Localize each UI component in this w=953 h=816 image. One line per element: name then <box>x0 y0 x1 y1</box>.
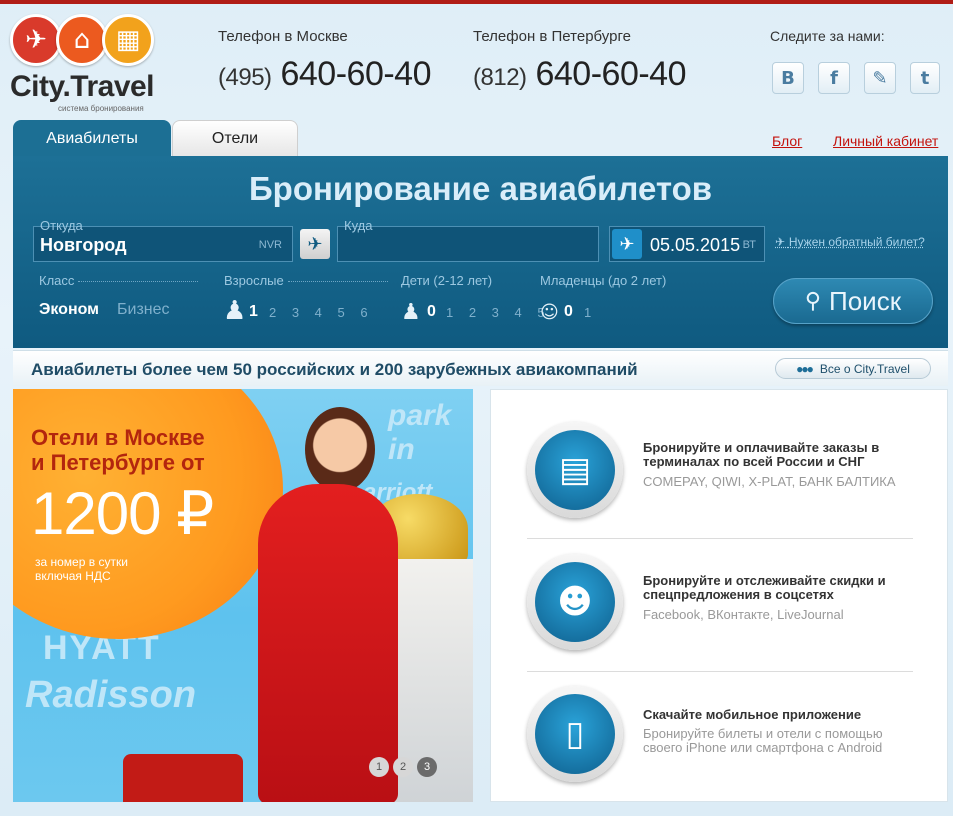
suitcase-image <box>123 754 243 802</box>
phone-number: (495) 640-60-40 <box>218 55 431 93</box>
from-code: NVR <box>258 239 282 251</box>
swap-direction-button[interactable]: ✈ <box>300 229 330 259</box>
class-business[interactable]: Бизнес <box>117 301 170 319</box>
cabinet-link[interactable]: Личный кабинет <box>833 133 938 149</box>
date-field[interactable]: ✈ 05.05.2015 ВТ <box>609 226 765 262</box>
follow-label: Следите за нами: <box>770 28 885 44</box>
tab-hotels[interactable]: Отели <box>172 120 298 157</box>
promo-page-3[interactable]: 3 <box>417 757 437 777</box>
search-button[interactable]: ⚲ Поиск <box>773 278 933 324</box>
facebook-icon[interactable]: f <box>818 62 850 94</box>
plane-icon: ✈ <box>10 14 62 66</box>
adult-icon: ♟ <box>223 296 247 326</box>
feature-subtitle: Бронируйте билеты и отели с помощью свое… <box>643 726 883 755</box>
promo-price: 1200 ₽ <box>31 480 214 547</box>
search-title: Бронирование авиабилетов <box>248 170 713 207</box>
people-icon: ☻ <box>527 554 623 650</box>
from-label: Откуда <box>40 218 83 233</box>
twitter-icon[interactable]: t <box>910 62 940 94</box>
logo-name: City.Travel <box>10 70 155 103</box>
adults-label: Взрослые <box>224 273 388 288</box>
woman-image <box>258 484 398 802</box>
phone-petersburg: Телефон в Петербурге (812) 640-60-40 <box>473 28 686 94</box>
return-ticket-link[interactable]: ✈ Нужен обратный билет? <box>775 235 925 249</box>
phone-number: (812) 640-60-40 <box>473 55 686 93</box>
feature-title: Бронируйте и отслеживайте скидки и спецп… <box>643 573 886 602</box>
livejournal-icon[interactable]: ✎ <box>864 62 896 94</box>
vkontakte-icon[interactable]: B <box>772 62 804 94</box>
children-selected[interactable]: 0 <box>427 303 436 321</box>
infant-icon: ☺ <box>540 302 559 323</box>
woman-image-head <box>305 407 375 492</box>
airlines-banner-text: Авиабилеты более чем 50 российских и 200… <box>31 360 638 379</box>
children-options[interactable]: 1 2 3 4 5 <box>446 305 551 320</box>
adults-selected[interactable]: 1 <box>249 303 258 321</box>
features-panel: ▤ Бронируйте и оплачивайте заказы в терм… <box>490 389 948 802</box>
radisson-brand-logo: Radisson <box>25 674 197 716</box>
divider <box>527 671 913 672</box>
feature-subtitle: COMEPAY, QIWI, X-PLAT, БАНК БАЛТИКА <box>643 474 896 489</box>
from-value: Новгород <box>40 235 127 255</box>
promo-headline: Отели в Москве и Петербурге от <box>31 425 205 475</box>
hotel-icon: ⌂ <box>56 14 108 66</box>
search-panel: Бронирование авиабилетов Откуда Новгород… <box>13 156 948 348</box>
logo[interactable]: ✈ ⌂ ▦ City.Travel система бронирования <box>10 14 160 114</box>
infants-options[interactable]: 1 <box>584 305 597 320</box>
to-field[interactable]: Куда <box>337 218 599 262</box>
class-label: Класс <box>39 273 199 288</box>
to-label: Куда <box>344 218 373 233</box>
search-icon: ⚲ <box>804 288 822 314</box>
phone-label: Телефон в Москве <box>218 28 348 45</box>
phone-moscow: Телефон в Москве (495) 640-60-40 <box>218 28 431 94</box>
smartphone-icon: ▯ <box>527 686 623 782</box>
children-label: Дети (2-12 лет) <box>401 273 493 288</box>
date-day: ВТ <box>742 239 756 251</box>
phone-label: Телефон в Петербурге <box>473 28 631 45</box>
airlines-banner: Авиабилеты более чем 50 российских и 200… <box>13 350 948 386</box>
infants-selected[interactable]: 0 <box>564 303 573 321</box>
promo-page-2[interactable]: 2 <box>393 757 413 777</box>
logo-tagline: система бронирования <box>58 104 144 113</box>
about-citytravel-button[interactable]: ●●● Все о City.Travel <box>775 358 931 379</box>
park-inn-brand-logo: park in <box>388 399 452 466</box>
feature-subtitle: Facebook, ВКонтакте, LiveJournal <box>643 607 844 622</box>
from-field[interactable]: Откуда Новгород NVR <box>33 218 293 262</box>
top-accent-line <box>0 0 953 4</box>
feature-title: Бронируйте и оплачивайте заказы в термин… <box>643 440 880 469</box>
hotel-promo-banner[interactable]: HYATT Radisson park in arriott Отели в М… <box>13 389 473 802</box>
date-value: 05.05.2015 <box>650 235 741 255</box>
terminal-icon: ▤ <box>527 422 623 518</box>
infants-label: Младенцы (до 2 лет) <box>540 273 667 288</box>
calendar-plane-icon: ✈ <box>612 229 642 259</box>
plane-small-icon: ✈ <box>775 235 789 249</box>
promo-note: за номер в сутки включая НДС <box>35 555 128 583</box>
promo-page-1[interactable]: 1 <box>369 757 389 777</box>
tab-flights[interactable]: Авиабилеты <box>13 120 171 157</box>
child-icon: ♟ <box>401 300 421 325</box>
adults-options[interactable]: 2 3 4 5 6 <box>269 305 374 320</box>
divider <box>527 538 913 539</box>
feature-title: Скачайте мобильное приложение <box>643 707 862 722</box>
train-icon: ▦ <box>102 14 154 66</box>
dots-icon: ●●● <box>796 361 814 376</box>
class-economy[interactable]: Эконом <box>39 301 99 319</box>
blog-link[interactable]: Блог <box>772 133 802 149</box>
